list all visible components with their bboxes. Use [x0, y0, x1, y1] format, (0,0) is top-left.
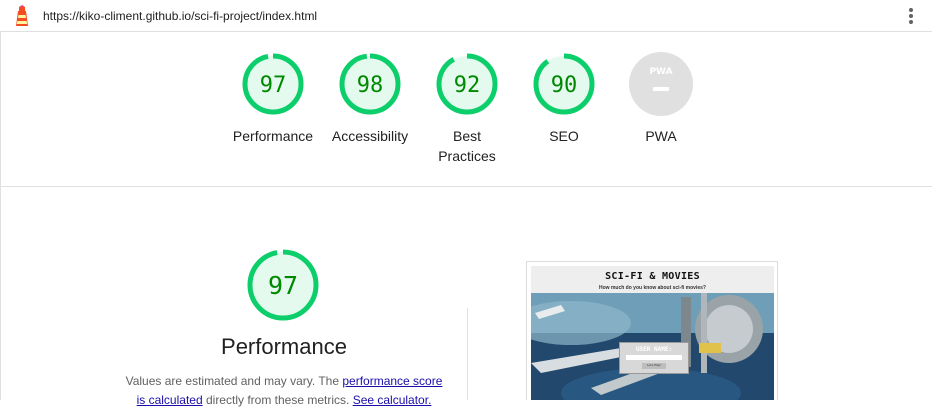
gauge-score: 92 — [454, 73, 481, 98]
gauge-pwa[interactable]: PWA PWA — [613, 52, 709, 146]
gauge-score: 90 — [551, 73, 578, 98]
performance-description: Values are estimated and may vary. The p… — [112, 372, 456, 410]
performance-title: Performance — [221, 334, 347, 359]
screenshot-subtitle: How much do you know about sci-fi movies… — [599, 285, 706, 291]
lighthouse-icon — [16, 5, 28, 26]
more-options-icon[interactable] — [908, 8, 914, 26]
screenshot-login-form: USER NAME: Let's Play! — [619, 342, 689, 374]
desc-text-mid: directly from these metrics. — [202, 393, 353, 407]
gauge-label: Accessibility — [331, 128, 409, 144]
gauge-ring: 98 — [339, 53, 401, 115]
pwa-badge-text: PWA — [649, 67, 672, 77]
see-calculator-link[interactable]: See calculator. — [353, 393, 432, 407]
final-screenshot[interactable]: SCI-FI & MOVIES How much do you know abo… — [526, 261, 778, 400]
gauge-label: PWA — [645, 128, 677, 144]
page-url: https://kiko-climent.github.io/sci-fi-pr… — [43, 9, 318, 23]
performance-gauge: 97 — [247, 249, 319, 321]
pwa-badge-icon: PWA — [629, 52, 693, 116]
screenshot-content: SCI-FI & MOVIES How much do you know abo… — [531, 266, 774, 400]
gauge-accessibility[interactable]: 98 Accessibility — [322, 52, 418, 146]
gauge-performance[interactable]: 97 Performance — [225, 52, 321, 146]
vertical-divider — [467, 308, 468, 400]
is-calculated-link[interactable]: is calculated — [137, 393, 203, 407]
section-divider — [0, 186, 932, 187]
screenshot-form-label: USER NAME: — [635, 346, 673, 353]
category-gauges: 97 Performance 98 Accessibility 92 Best … — [0, 52, 932, 172]
gauge-label: Best Practices — [438, 128, 496, 164]
gauge-ring: 97 — [242, 53, 304, 115]
gauge-best-practices[interactable]: 92 Best Practices — [419, 52, 515, 166]
performance-score: 97 — [268, 271, 298, 300]
screenshot-form-input — [626, 355, 682, 360]
gauge-label: SEO — [549, 128, 579, 144]
gauge-label: Performance — [232, 128, 314, 144]
screenshot-title: SCI-FI & MOVIES — [605, 271, 700, 282]
gauge-score: 97 — [260, 73, 287, 98]
gauge-score: 98 — [357, 73, 384, 98]
gauge-seo[interactable]: 90 SEO — [516, 52, 612, 146]
gauge-ring: 92 — [436, 53, 498, 115]
screenshot-form-button: Let's Play! — [642, 363, 666, 369]
address-bar: https://kiko-climent.github.io/sci-fi-pr… — [0, 0, 932, 32]
gauge-ring: 90 — [533, 53, 595, 115]
desc-text: Values are estimated and may vary. The — [125, 374, 343, 388]
performance-score-link[interactable]: performance score — [342, 374, 442, 388]
